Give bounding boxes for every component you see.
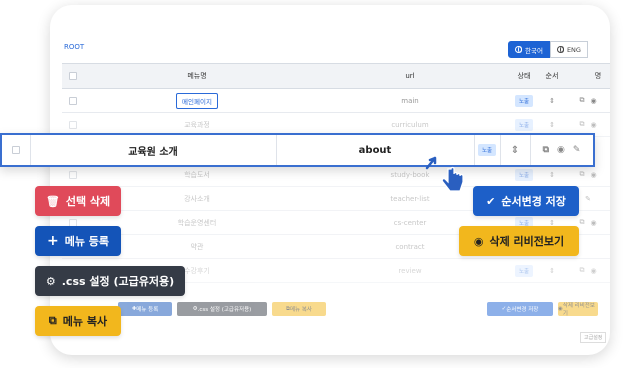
delete-selected-button[interactable]: 🗑 선택 삭제: [35, 186, 121, 216]
trash-icon: 🗑: [45, 194, 60, 208]
eye-icon[interactable]: ◉: [557, 145, 565, 155]
copy-icon[interactable]: ⧉: [543, 145, 549, 155]
globe-icon: [515, 46, 522, 53]
menu-name: 교육원 소개: [128, 146, 178, 158]
drag-handle-icon[interactable]: ⇕: [549, 97, 555, 105]
status-badge[interactable]: 노출: [514, 168, 534, 181]
add-menu-button[interactable]: + 메뉴 등록: [35, 226, 121, 256]
lang-korean-button[interactable]: 한국어: [508, 41, 550, 58]
copy-menu-label: 메뉴 복사: [62, 315, 108, 328]
dragged-row[interactable]: 교육원 소개 about 노출 ⇕ ⧉ ◉ ✎: [0, 133, 595, 167]
css-settings-label: .css 설정 (고급유저용): [61, 275, 175, 288]
status-badge[interactable]: 노출: [477, 144, 497, 156]
lang-english-label: ENG: [566, 45, 581, 54]
menu-url: review: [398, 266, 422, 275]
language-toggle: 한국어 ENG: [508, 41, 588, 58]
menu-url: main: [401, 96, 419, 105]
css-settings-button[interactable]: ⚙ .css 설정 (고급유저용): [35, 266, 185, 296]
row-checkbox[interactable]: [69, 170, 77, 179]
eye-icon[interactable]: ◉: [590, 121, 596, 129]
check-icon: ✔: [486, 194, 496, 208]
drag-handle-icon[interactable]: ⇕: [549, 267, 555, 275]
edit-icon[interactable]: ✎: [585, 195, 591, 203]
toolbar-css-button-small[interactable]: ⚙ .css 설정 (고급유저용): [177, 302, 267, 316]
table-row[interactable]: 메인페이지 main 노출 ⇕ ⧉ ◉: [62, 89, 610, 113]
copy-icon[interactable]: ⧉: [579, 266, 584, 275]
table-header: 메뉴명 url 상태 순서 명: [62, 63, 610, 89]
eye-icon[interactable]: ◉: [590, 171, 596, 179]
lang-english-button[interactable]: ENG: [549, 41, 588, 58]
row-checkbox[interactable]: [69, 96, 77, 105]
edit-icon[interactable]: ✎: [573, 145, 581, 155]
toolbar-add-button-small[interactable]: ✚ 메뉴 등록: [118, 302, 172, 316]
hand-cursor-icon: [441, 166, 464, 192]
row-checkbox[interactable]: [12, 146, 20, 154]
select-all-cell: [62, 64, 84, 88]
toolbar-save-order-button-small[interactable]: ✓ 순서변경 저장: [487, 302, 553, 316]
plus-icon: +: [46, 233, 59, 249]
menu-name[interactable]: 메인페이지: [176, 92, 218, 109]
drag-handle-icon[interactable]: ⇕: [511, 145, 519, 156]
copy-icon: ⧉: [48, 314, 57, 327]
copy-icon[interactable]: ⧉: [579, 120, 584, 129]
eye-icon: ◉: [473, 234, 484, 248]
col-order: 순서: [545, 72, 559, 80]
drag-handle-icon[interactable]: ⇕: [549, 171, 555, 179]
copy-icon[interactable]: ⧉: [579, 96, 584, 105]
breadcrumb[interactable]: ROOT: [64, 43, 84, 51]
lang-korean-label: 한국어: [525, 46, 543, 55]
status-badge[interactable]: 노출: [514, 118, 534, 131]
drag-handle-icon[interactable]: ⇕: [549, 121, 555, 129]
add-menu-label: 메뉴 등록: [64, 235, 110, 248]
select-all-checkbox[interactable]: [69, 72, 77, 80]
save-order-button[interactable]: ✔ 순서변경 저장: [473, 186, 579, 216]
toolbar-preview-button-small[interactable]: ◉ 삭제 리비전보기: [558, 302, 598, 317]
col-state: 상태: [517, 72, 531, 80]
view-deleted-revision-button[interactable]: ◉ 삭제 리비전보기: [459, 226, 579, 256]
eye-icon[interactable]: ◉: [590, 97, 596, 105]
globe-icon: [556, 46, 564, 53]
status-badge[interactable]: 노출: [514, 94, 534, 107]
row-checkbox[interactable]: [69, 120, 77, 129]
col-tail: 명: [594, 72, 602, 80]
toolbar-copy-button-small[interactable]: ⧉ 메뉴 복사: [272, 302, 326, 316]
status-badge[interactable]: 노출: [514, 264, 534, 277]
copy-icon[interactable]: ⧉: [579, 218, 584, 227]
eye-icon[interactable]: ◉: [590, 219, 596, 227]
copy-icon[interactable]: ⧉: [579, 170, 584, 179]
col-url: url: [405, 72, 415, 80]
eye-icon[interactable]: ◉: [590, 267, 596, 275]
save-order-label: 순서변경 저장: [501, 195, 566, 208]
col-menu: 메뉴명: [187, 72, 207, 80]
view-deleted-revision-label: 삭제 리비전보기: [489, 235, 565, 248]
advanced-settings-tag[interactable]: 고급설정: [580, 332, 607, 343]
gear-icon: ⚙: [45, 274, 56, 288]
copy-menu-button[interactable]: ⧉ 메뉴 복사: [35, 306, 121, 336]
delete-selected-label: 선택 삭제: [65, 195, 111, 208]
